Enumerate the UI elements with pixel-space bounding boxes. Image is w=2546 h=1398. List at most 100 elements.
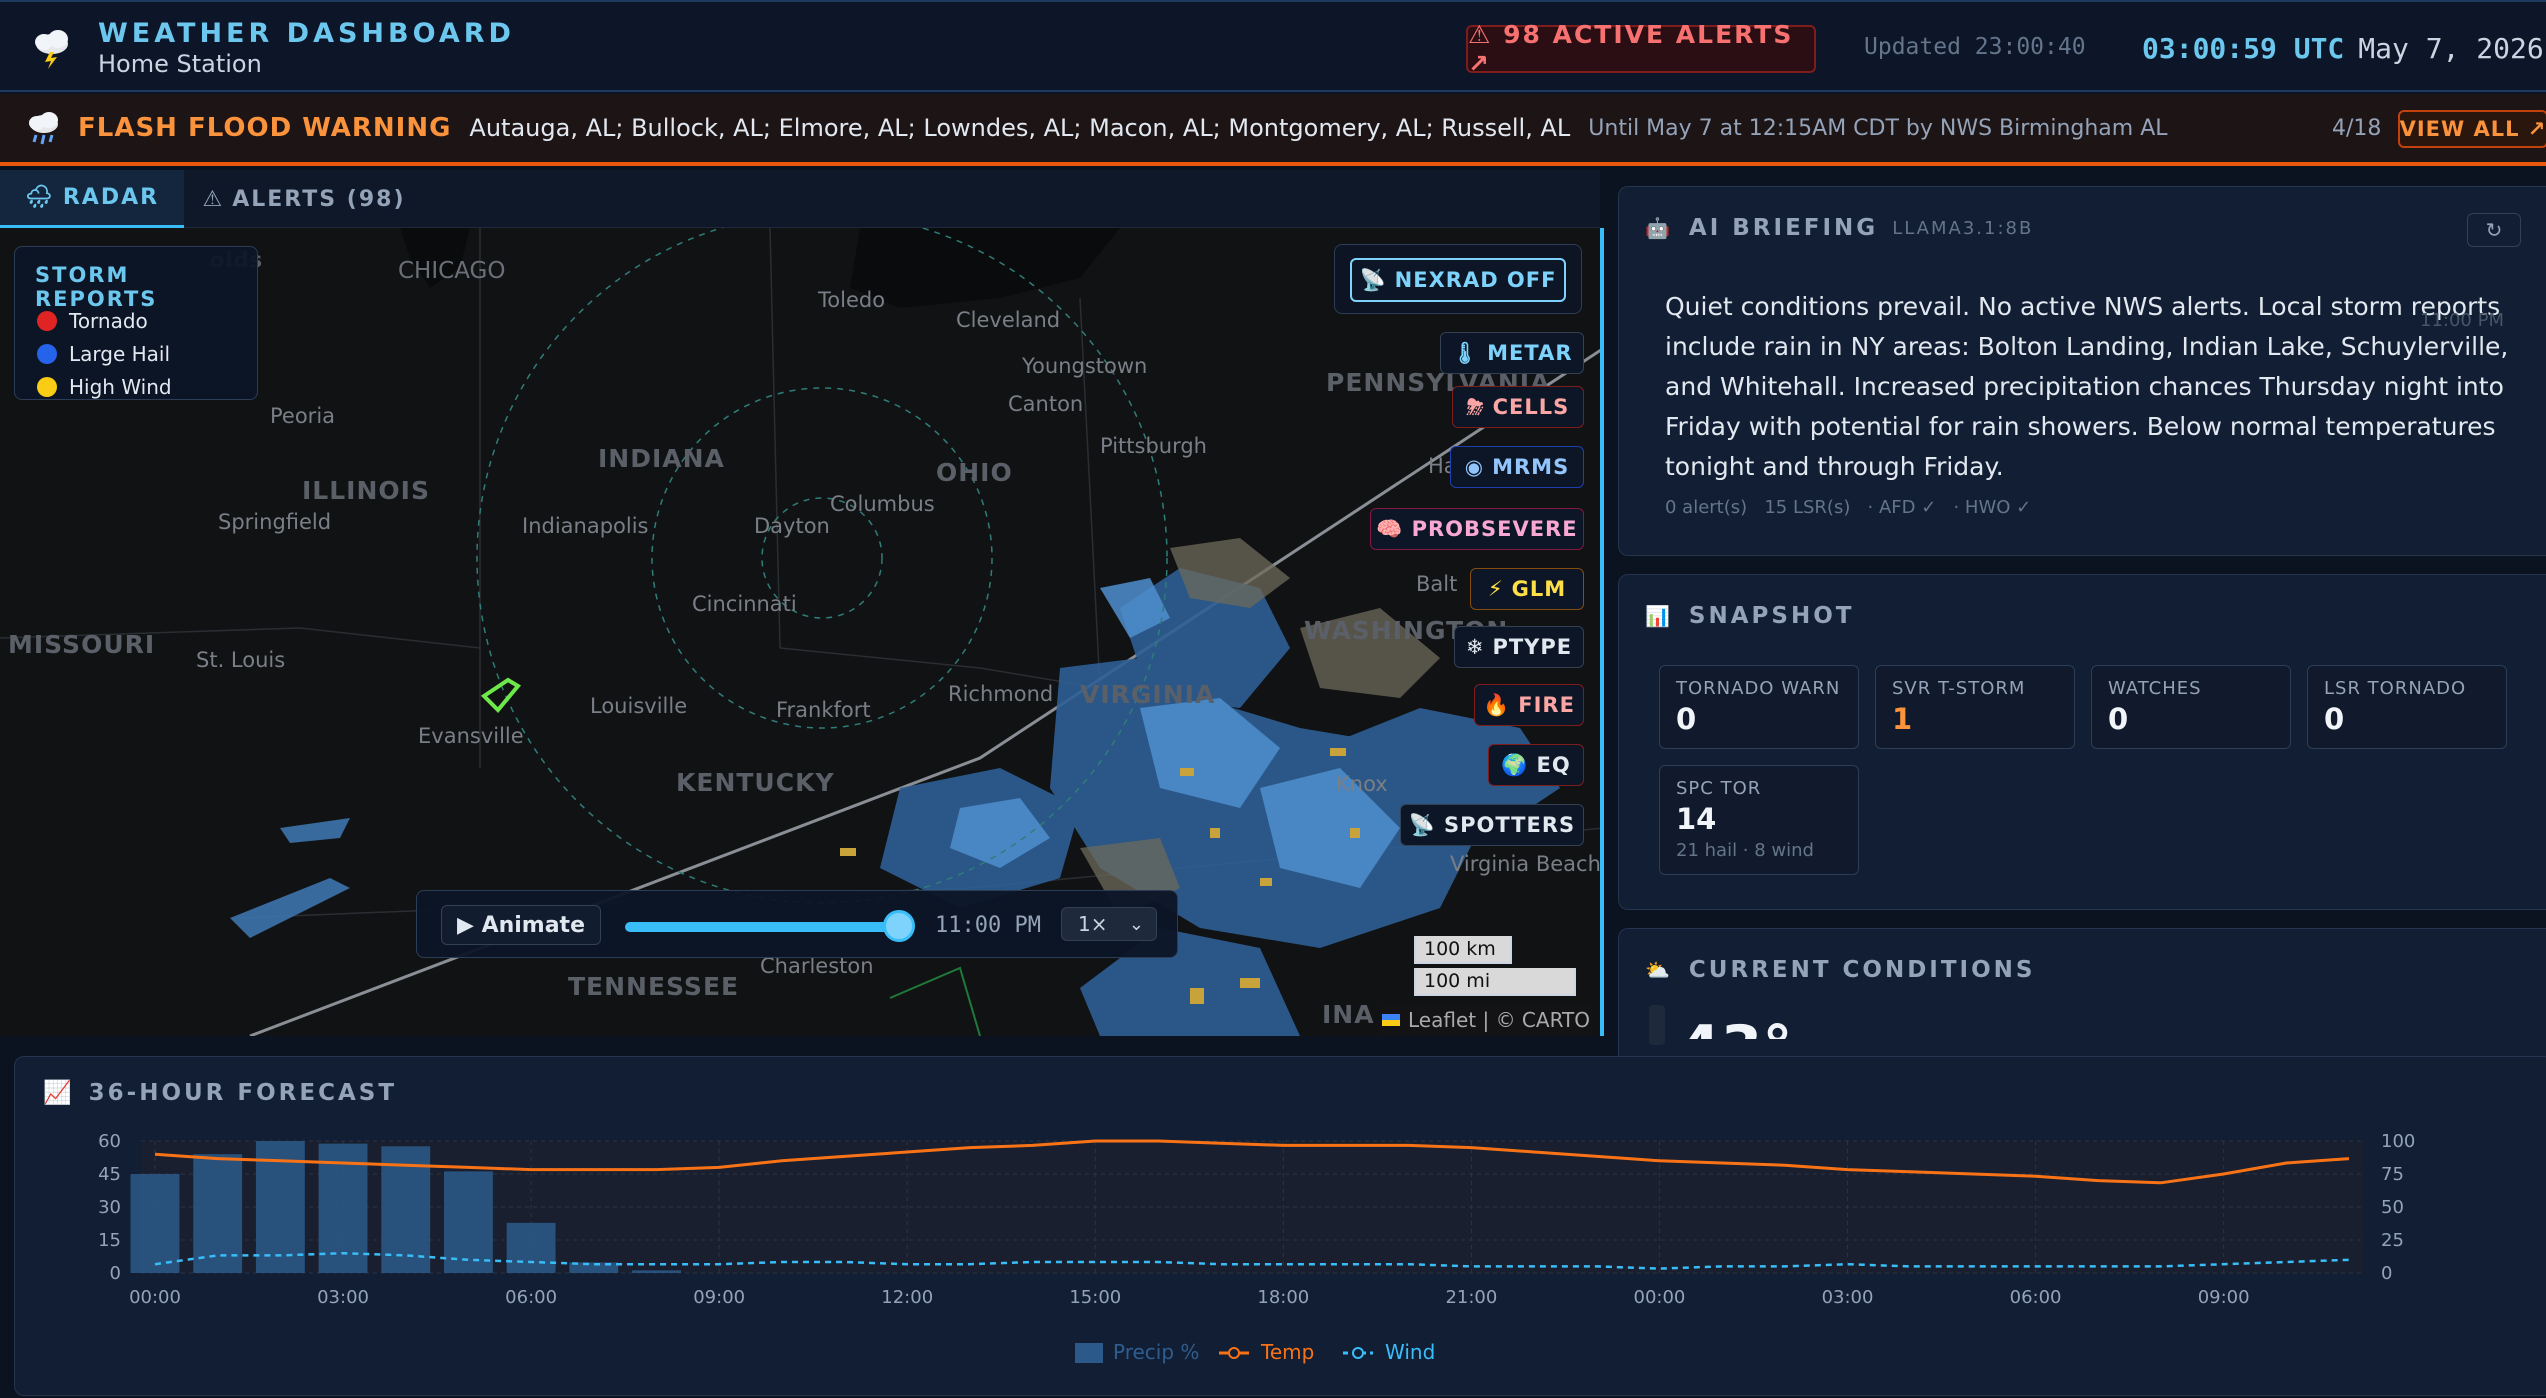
x-tick-label: 18:00 xyxy=(1257,1287,1309,1308)
clock-date: May 7, 2026 xyxy=(2358,32,2544,65)
legend-title: STORM REPORTS xyxy=(35,263,158,311)
layer-glm-button[interactable]: ⚡ GLM xyxy=(1470,568,1584,610)
satellite-dish-icon: 📡 xyxy=(1359,267,1387,292)
active-alerts-button[interactable]: ⚠ 98 ACTIVE ALERTS ↗ xyxy=(1466,20,1816,78)
frame-time: 11:00 PM xyxy=(935,913,1041,938)
layer-label: FIRE xyxy=(1518,693,1575,717)
view-tabs: 🌧 RADAR ⚠ ALERTS (98) xyxy=(0,170,1600,228)
rain-cloud-icon xyxy=(29,112,58,145)
legend-label: Large Hail xyxy=(69,342,171,366)
frame-slider-track[interactable] xyxy=(625,922,899,932)
map-city-label: Evansville xyxy=(418,724,524,748)
snapshot-card: 📊 SNAPSHOT TORNADO WARN 0 SVR T-STORM 1 WAT… xyxy=(1618,574,2546,910)
warning-pager: 4/18 xyxy=(2332,116,2382,141)
layer-label: SPOTTERS xyxy=(1444,813,1576,837)
forecast-panel: 📈 36-HOUR FORECAST 0 15 30 45 60 0 25 50 75 100 00:… xyxy=(14,1056,2546,1396)
snapshot-label: SPC TOR xyxy=(1676,778,1762,799)
snapshot-tornado-warn[interactable]: TORNADO WARN 0 xyxy=(1659,665,1859,749)
y-right-tick-label: 0 xyxy=(2381,1263,2392,1284)
x-tick-label: 06:00 xyxy=(2010,1287,2062,1308)
layer-ptype-button[interactable]: ❄ PTYPE xyxy=(1454,626,1584,668)
tab-radar[interactable]: 🌧 RADAR xyxy=(0,170,184,228)
precip-bar xyxy=(632,1270,681,1273)
map-city-label: Indianapolis xyxy=(522,514,649,538)
layer-metar-button[interactable]: 🌡 METAR xyxy=(1440,332,1584,374)
app-header: WEATHER DASHBOARD Home Station ⚠ 98 ACTI… xyxy=(0,0,2546,92)
snapshot-label: WATCHES xyxy=(2108,678,2202,699)
hail-dot-icon xyxy=(37,344,57,364)
layer-label: PROBSEVERE xyxy=(1411,517,1578,541)
x-tick-label: 03:00 xyxy=(317,1287,369,1308)
snapshot-watches[interactable]: WATCHES 0 xyxy=(2091,665,2291,749)
x-tick-label: 21:00 xyxy=(1445,1287,1497,1308)
legend-swatch-marker xyxy=(1352,1347,1364,1359)
y-right-tick-label: 75 xyxy=(2381,1164,2404,1185)
scale-bar-mi: 100 mi xyxy=(1414,968,1576,996)
map-state-label: INA xyxy=(1322,1000,1375,1029)
utc-clock: 03:00:59 UTC May 7, 2026 xyxy=(2142,32,2544,65)
ai-briefing-meta: 0 alert(s) 15 LSR(s) · AFD ✓ · HWO ✓ xyxy=(1665,497,2031,518)
snapshot-sub: 21 hail · 8 wind xyxy=(1676,840,1814,861)
layer-nexrad-button[interactable]: 📡 NEXRAD OFF xyxy=(1350,258,1566,302)
map-city-label: Virginia Beach xyxy=(1450,852,1601,876)
y-left-tick-label: 60 xyxy=(98,1131,121,1152)
map-attribution[interactable]: Leaflet | © CARTO xyxy=(1380,1004,1592,1036)
meta-hwo: · HWO ✓ xyxy=(1953,497,2032,518)
refresh-button[interactable]: ↻ xyxy=(2467,213,2521,247)
layer-probsevere-button[interactable]: 🧠 PROBSEVERE xyxy=(1370,508,1584,550)
snapshot-label: TORNADO WARN xyxy=(1676,678,1841,699)
robot-icon: 🤖 xyxy=(1645,216,1673,240)
layer-cells-button[interactable]: ⛈ CELLS xyxy=(1452,386,1584,428)
speed-select[interactable]: 1× ⌄ xyxy=(1061,907,1157,941)
y-left-tick-label: 30 xyxy=(98,1197,121,1218)
layer-mrms-button[interactable]: ◉ MRMS xyxy=(1450,446,1584,488)
frame-slider-handle[interactable] xyxy=(883,910,915,942)
y-left-tick-label: 45 xyxy=(98,1164,121,1185)
precip-bar xyxy=(506,1222,556,1273)
warning-areas: Autauga, AL; Bullock, AL; Elmore, AL; Lo… xyxy=(469,114,1571,142)
current-temp: 43° xyxy=(1679,1013,1793,1039)
view-all-button[interactable]: VIEW ALL ↗ xyxy=(2398,110,2546,148)
tab-alerts[interactable]: ⚠ ALERTS (98) xyxy=(184,170,424,228)
map-city-label: Cincinnati xyxy=(692,592,797,616)
legend-label: High Wind xyxy=(69,375,172,399)
temp-gauge xyxy=(1649,1005,1665,1045)
tornado-dot-icon xyxy=(37,311,57,331)
partly-cloudy-icon: ⛅ xyxy=(1645,958,1673,982)
ai-model-name: LLAMA3.1:8B xyxy=(1892,217,2034,239)
x-tick-label: 06:00 xyxy=(505,1287,557,1308)
forecast-chart[interactable]: 0 15 30 45 60 0 25 50 75 100 00:00 03:00 06:00 09:00 1… xyxy=(15,1057,2546,1397)
snapshot-value: 0 xyxy=(2108,702,2129,736)
bar-chart-icon: 📊 xyxy=(1645,604,1673,628)
lightning-icon: ⚡ xyxy=(1487,577,1504,601)
map-city-label: Frankfort xyxy=(776,698,871,722)
layer-spotters-button[interactable]: 📡 SPOTTERS xyxy=(1400,804,1584,846)
animate-button[interactable]: ▶ Animate xyxy=(441,905,601,945)
meta-alerts: 0 alert(s) xyxy=(1665,497,1748,518)
storm-cell-icon: ⛈ xyxy=(1466,394,1485,419)
layer-label: EQ xyxy=(1536,753,1571,777)
map-state-label: MISSOURI xyxy=(8,630,156,659)
snapshot-svr-tstorm[interactable]: SVR T-STORM 1 xyxy=(1875,665,2075,749)
snapshot-value: 0 xyxy=(1676,702,1697,736)
map-city-label: Cleveland xyxy=(956,308,1061,332)
snapshot-lsr-tornado[interactable]: LSR TORNADO 0 xyxy=(2307,665,2507,749)
tab-radar-label: RADAR xyxy=(62,185,160,210)
legend-label: Tornado xyxy=(69,309,148,333)
brain-icon: 🧠 xyxy=(1376,516,1404,541)
layer-eq-button[interactable]: 🌍 EQ xyxy=(1488,744,1584,786)
map-state-label: OHIO xyxy=(936,458,1013,487)
legend-swatch-marker xyxy=(1228,1347,1240,1359)
snapshot-value: 14 xyxy=(1676,802,1717,836)
y-left-tick-label: 15 xyxy=(98,1230,121,1251)
snapshot-label: SVR T-STORM xyxy=(1892,678,2026,699)
legend-label: Temp xyxy=(1260,1340,1314,1364)
map-state-label: ILLINOIS xyxy=(302,476,430,505)
map-city-label: Knox xyxy=(1336,772,1388,796)
warning-banner[interactable]: FLASH FLOOD WARNING Autauga, AL; Bullock… xyxy=(0,94,2546,166)
layer-fire-button[interactable]: 🔥 FIRE xyxy=(1474,684,1584,726)
radar-map[interactable]: olds Chicago Toledo Cleveland Youngstown… xyxy=(0,228,1604,1036)
warning-icon: ⚠ xyxy=(202,186,225,212)
warning-expiry: Until May 7 at 12:15AM CDT by NWS Birmin… xyxy=(1588,115,2168,141)
snapshot-spc-tor[interactable]: SPC TOR 14 21 hail · 8 wind xyxy=(1659,765,1859,875)
